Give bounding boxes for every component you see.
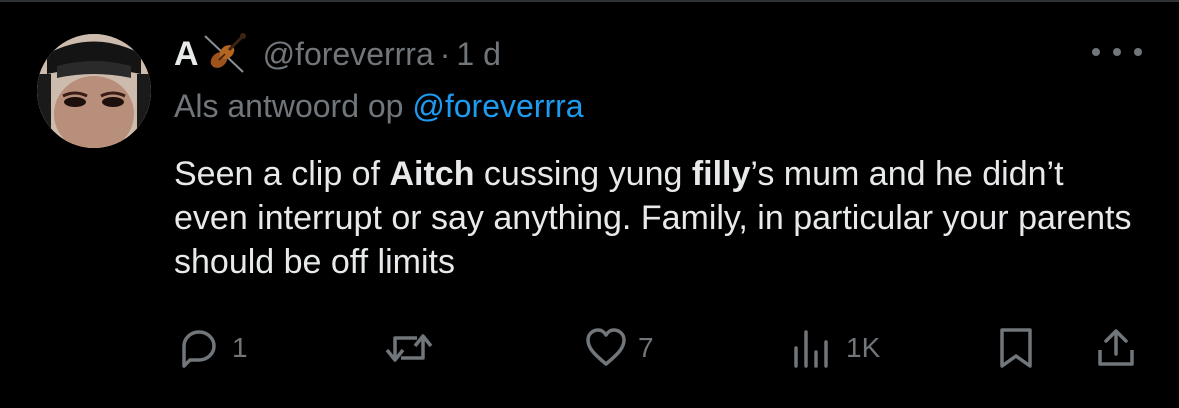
- display-name[interactable]: A: [174, 35, 199, 74]
- like-count: 7: [638, 332, 654, 363]
- bookmark-button[interactable]: [996, 326, 1036, 370]
- share-button[interactable]: [1094, 326, 1138, 370]
- reply-prefix: Als antwoord op: [174, 88, 404, 124]
- more-options-icon[interactable]: [1092, 40, 1142, 64]
- analytics-icon: [794, 330, 828, 368]
- tweet-text: Seen a clip of Aitch cussing yung filly’…: [174, 152, 1134, 284]
- tweet-text-part: Seen a clip of: [174, 155, 390, 193]
- author-row: A @foreverrra · 1 d: [174, 32, 501, 76]
- tweet-text-bold: filly: [691, 155, 751, 193]
- reply-mention-link[interactable]: @foreverrra: [412, 88, 583, 124]
- author-handle[interactable]: @foreverrra: [263, 36, 434, 73]
- views-count: 1K: [846, 332, 881, 363]
- more-dot: [1113, 48, 1121, 56]
- violin-icon: [201, 32, 247, 76]
- timestamp[interactable]: 1 d: [456, 36, 500, 73]
- tweet-text-part: cussing yung: [474, 155, 692, 193]
- reply-icon: [182, 330, 216, 368]
- top-divider: [0, 0, 1179, 2]
- retweet-button[interactable]: [383, 326, 445, 370]
- like-button[interactable]: 7: [584, 326, 654, 370]
- more-dot: [1134, 48, 1142, 56]
- tweet-text-bold: Aitch: [389, 155, 475, 193]
- reply-context: Als antwoord op @foreverrra: [174, 88, 584, 125]
- bookmark-icon: [1000, 328, 1032, 368]
- separator-dot: ·: [439, 35, 451, 72]
- avatar[interactable]: [37, 34, 151, 148]
- reply-button[interactable]: 1: [176, 326, 248, 370]
- heart-icon: [586, 328, 626, 366]
- retweet-icon: [385, 334, 433, 362]
- views-button[interactable]: 1K: [790, 326, 880, 370]
- reply-count: 1: [232, 332, 248, 363]
- share-icon: [1098, 329, 1134, 366]
- more-dot: [1092, 48, 1100, 56]
